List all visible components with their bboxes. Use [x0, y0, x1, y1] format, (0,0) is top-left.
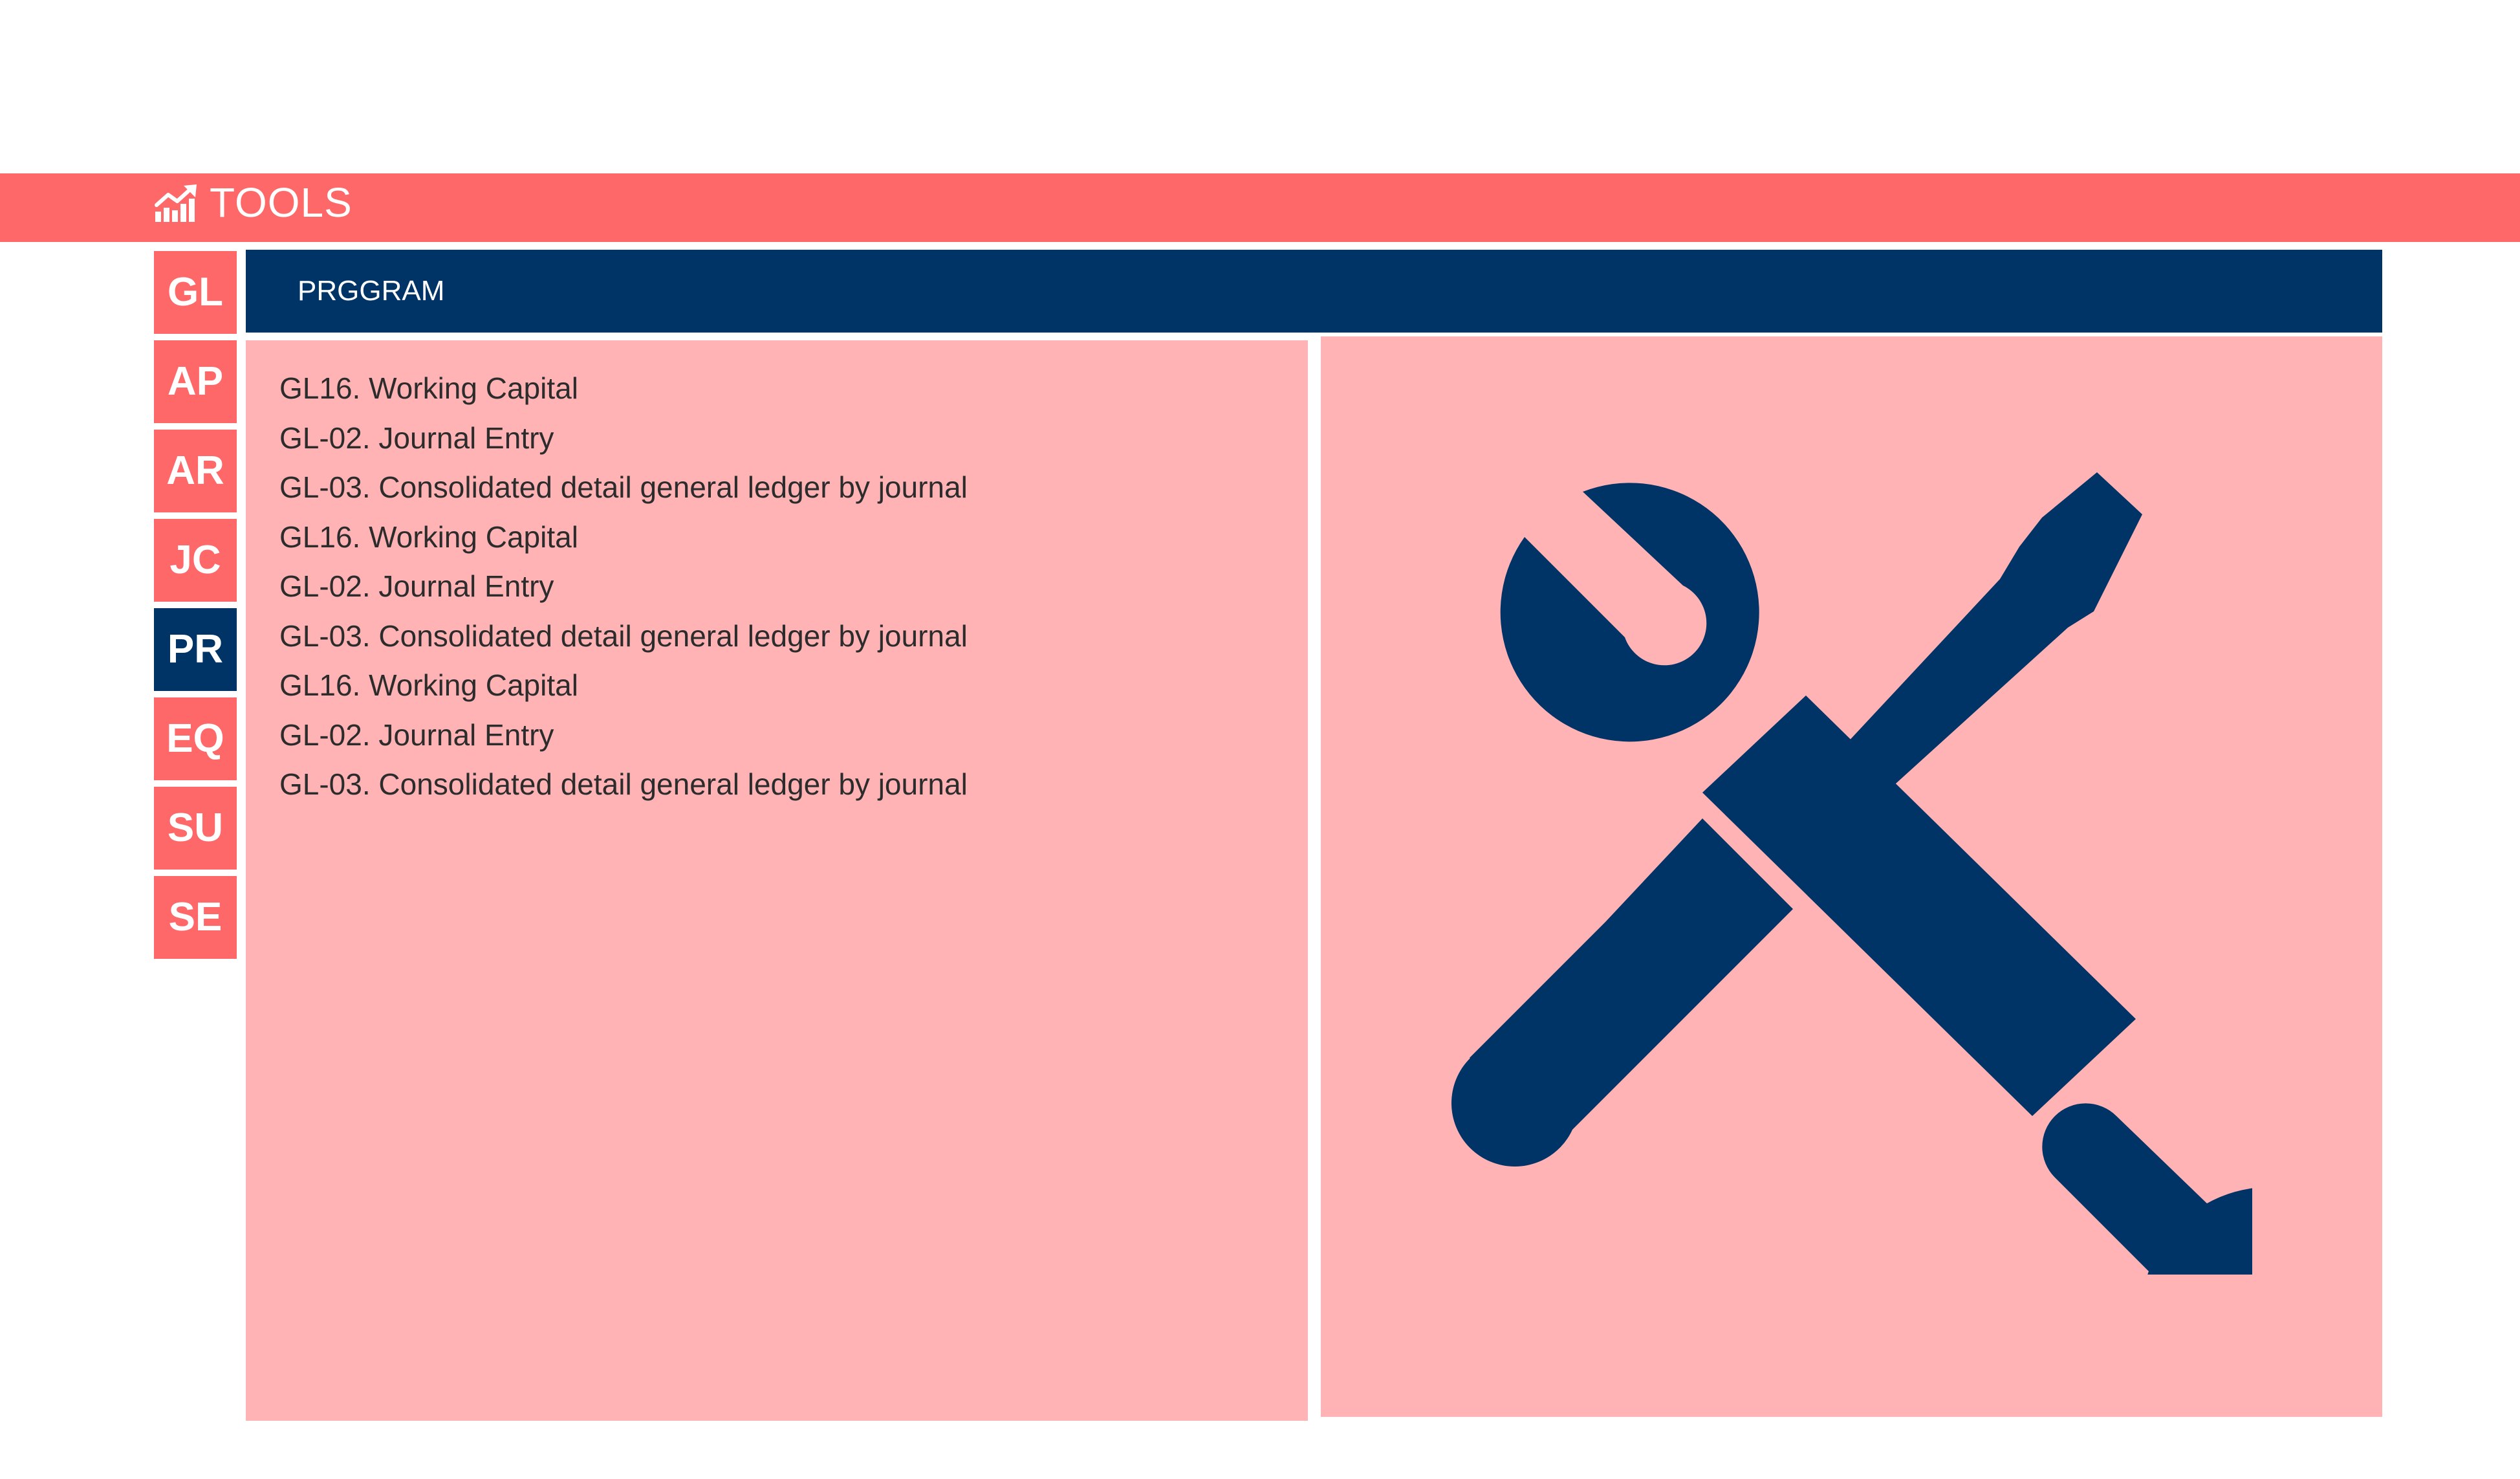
program-list-item[interactable]: GL-03. Consolidated detail general ledge… [279, 611, 968, 661]
module-tab-jc[interactable]: JC [154, 519, 237, 602]
program-list-item[interactable]: GL-02. Journal Entry [279, 710, 968, 760]
program-header: PRGGRAM [246, 250, 2382, 333]
program-list-panel: GL16. Working Capital GL-02. Journal Ent… [246, 340, 1308, 1421]
program-list-item[interactable]: GL16. Working Capital [279, 512, 968, 562]
wrench-screwdriver-icon [1451, 472, 2252, 1275]
module-tab-su[interactable]: SU [154, 787, 237, 870]
chart-growth-icon [155, 184, 197, 222]
program-list: GL16. Working Capital GL-02. Journal Ent… [279, 364, 968, 809]
program-list-item[interactable]: GL-02. Journal Entry [279, 413, 968, 463]
module-tab-gl[interactable]: GL [154, 251, 237, 334]
module-tab-ap[interactable]: AP [154, 340, 237, 423]
program-list-item[interactable]: GL-02. Journal Entry [279, 562, 968, 611]
module-tab-eq[interactable]: EQ [154, 697, 237, 780]
program-header-label: PRGGRAM [298, 275, 445, 307]
illustration-panel [1321, 336, 2382, 1417]
module-tab-pr[interactable]: PR [154, 608, 237, 691]
page-title: TOOLS [210, 179, 353, 226]
program-list-item[interactable]: GL16. Working Capital [279, 364, 968, 413]
top-bar [0, 173, 2520, 242]
program-list-item[interactable]: GL16. Working Capital [279, 661, 968, 710]
module-tab-se[interactable]: SE [154, 876, 237, 959]
program-list-item[interactable]: GL-03. Consolidated detail general ledge… [279, 760, 968, 809]
program-list-item[interactable]: GL-03. Consolidated detail general ledge… [279, 463, 968, 512]
module-tab-ar[interactable]: AR [154, 430, 237, 512]
